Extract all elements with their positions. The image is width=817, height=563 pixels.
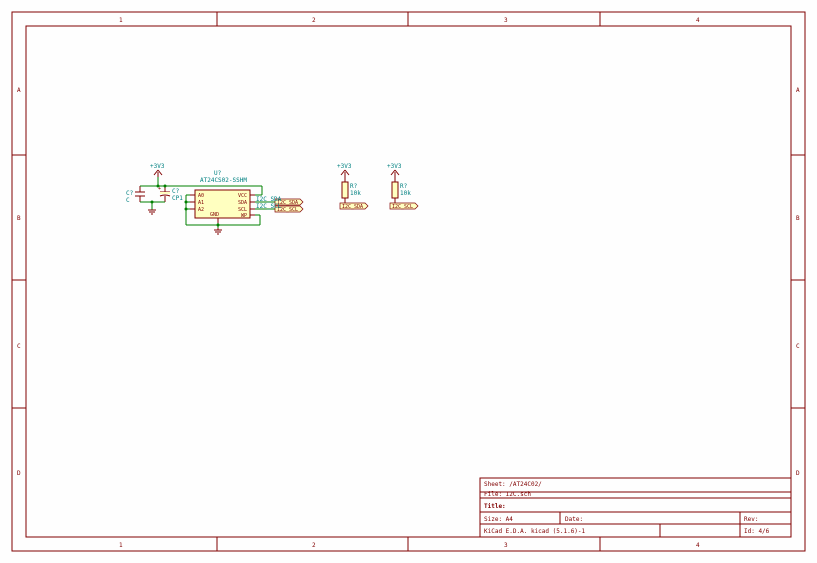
power-3v3-r1: +3V3 bbox=[337, 163, 352, 177]
frame-num-top-1: 1 bbox=[119, 17, 123, 24]
frame-let-r-a: A bbox=[796, 87, 800, 94]
frame-num-bot-2: 2 bbox=[312, 542, 316, 549]
junction bbox=[157, 185, 160, 188]
svg-text:C?: C? bbox=[172, 188, 180, 195]
frame-let-r-c: C bbox=[796, 343, 800, 350]
svg-text:GND: GND bbox=[210, 212, 219, 218]
frame-ticks-right bbox=[791, 155, 805, 408]
ic-at24c02: U? AT24CS02-SSHM A0 A1 A2 VCC SDA SCL WP… bbox=[190, 170, 255, 223]
svg-text:A2: A2 bbox=[198, 207, 204, 213]
gnd-caps bbox=[148, 210, 156, 214]
frame-ticks-left bbox=[12, 155, 26, 408]
svg-text:I2C_SCL: I2C_SCL bbox=[256, 203, 282, 210]
svg-text:CP1: CP1 bbox=[172, 195, 183, 202]
frame-num-bot-1: 1 bbox=[119, 542, 123, 549]
svg-text:Rev:: Rev: bbox=[744, 516, 758, 523]
inner-frame bbox=[26, 26, 791, 537]
svg-text:Size: A4: Size: A4 bbox=[484, 516, 513, 523]
frame-let-l-c: C bbox=[17, 343, 21, 350]
svg-text:A0: A0 bbox=[198, 193, 204, 199]
svg-text:WP: WP bbox=[241, 213, 247, 219]
svg-text:10k: 10k bbox=[350, 190, 361, 197]
junction bbox=[151, 201, 154, 204]
svg-text:Title:: Title: bbox=[484, 503, 506, 510]
svg-text:+3V3: +3V3 bbox=[387, 163, 402, 170]
svg-text:I2C_SCL: I2C_SCL bbox=[392, 204, 413, 210]
svg-text:Id: 4/6: Id: 4/6 bbox=[744, 528, 770, 535]
svg-text:Date:: Date: bbox=[565, 516, 583, 523]
frame-let-r-d: D bbox=[796, 470, 800, 477]
svg-text:U?: U? bbox=[214, 170, 222, 177]
frame-num-top-3: 3 bbox=[504, 17, 508, 24]
frame-let-r-b: B bbox=[796, 215, 800, 222]
resistor-r1: R? 10k bbox=[342, 177, 361, 206]
title-block: Sheet: /AT24C02/ File: I2C.sch Title: Si… bbox=[480, 478, 791, 537]
svg-text:KiCad E.D.A. kicad (5.1.6)-1: KiCad E.D.A. kicad (5.1.6)-1 bbox=[484, 528, 586, 535]
frame-num-top-4: 4 bbox=[696, 17, 700, 24]
frame-let-l-a: A bbox=[17, 87, 21, 94]
svg-text:C?: C? bbox=[126, 190, 134, 197]
power-3v3-r2: +3V3 bbox=[387, 163, 402, 177]
svg-text:File: I2C.sch: File: I2C.sch bbox=[484, 491, 531, 498]
frame-ticks-top bbox=[217, 12, 600, 26]
netlabel-scl-r2: I2C_SCL bbox=[390, 203, 418, 210]
frame-num-bot-3: 3 bbox=[504, 542, 508, 549]
svg-text:R?: R? bbox=[400, 183, 408, 190]
outer-frame bbox=[12, 12, 805, 551]
svg-text:10k: 10k bbox=[400, 190, 411, 197]
svg-text:C: C bbox=[126, 197, 130, 204]
svg-text:R?: R? bbox=[350, 183, 358, 190]
svg-text:I2C_SDA: I2C_SDA bbox=[342, 204, 363, 210]
svg-text:AT24CS02-SSHM: AT24CS02-SSHM bbox=[200, 177, 247, 184]
frame-num-bot-4: 4 bbox=[696, 542, 700, 549]
gnd-ic bbox=[214, 228, 222, 234]
svg-text:I2C_SDA: I2C_SDA bbox=[256, 196, 282, 203]
svg-text:A1: A1 bbox=[198, 200, 204, 206]
svg-text:Sheet: /AT24C02/: Sheet: /AT24C02/ bbox=[484, 481, 542, 488]
netlabel-sda-r1: I2C_SDA bbox=[340, 203, 368, 210]
capacitor-c1: C? C bbox=[126, 186, 145, 204]
capacitor-c2: C? CP1 + bbox=[158, 186, 183, 202]
resistor-r2: R? 10k bbox=[392, 177, 411, 206]
power-3v3-caps: +3V3 bbox=[150, 163, 165, 177]
frame-num-top-2: 2 bbox=[312, 17, 316, 24]
frame-let-l-b: B bbox=[17, 215, 21, 222]
svg-text:SDA: SDA bbox=[238, 200, 247, 206]
svg-text:+3V3: +3V3 bbox=[337, 163, 352, 170]
frame-let-l-d: D bbox=[17, 470, 21, 477]
svg-text:VCC: VCC bbox=[238, 193, 247, 199]
svg-text:+3V3: +3V3 bbox=[150, 163, 165, 170]
frame-ticks-bottom bbox=[217, 537, 600, 551]
